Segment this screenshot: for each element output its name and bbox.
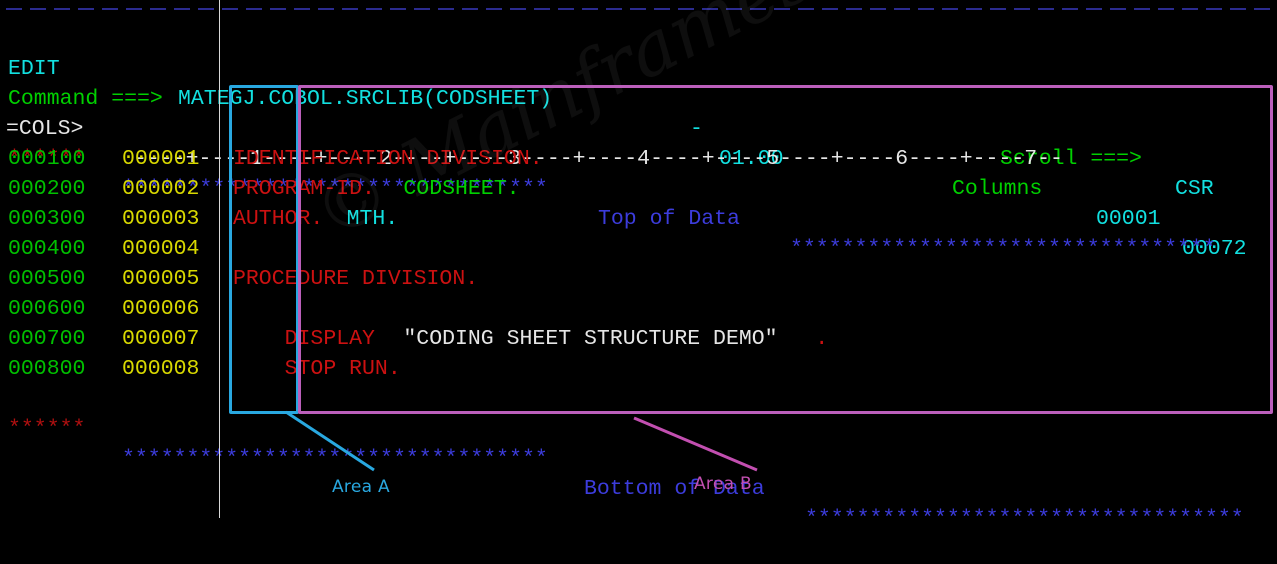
area-a-highlight-box [229, 85, 299, 414]
header-row-1: EDIT MATEGJ.COBOL.SRCLIB(CODSHEET) - 01.… [0, 24, 1277, 261]
top-dashed-separator [6, 8, 1274, 10]
header-row-2: Command ===> Scroll ===> CSR [0, 54, 1277, 201]
line-number: 000001 [122, 147, 200, 171]
line-number: 000005 [122, 267, 200, 291]
bottom-of-data-right-stars: ********************************** [805, 507, 1244, 531]
bottom-of-data-mid-stars: ********************************* [122, 447, 548, 471]
line-sequence-number: 000400 [8, 237, 86, 261]
line-number: 000007 [122, 327, 200, 351]
line-sequence-number: 000600 [8, 297, 86, 321]
area-a-label: Area A [332, 477, 390, 497]
line-number: 000006 [122, 297, 200, 321]
bottom-of-data-left-stars: ****** [8, 417, 86, 441]
line-sequence-number: 000200 [8, 177, 86, 201]
line-sequence-number: 000800 [8, 357, 86, 381]
line-sequence-number: 000700 [8, 327, 86, 351]
area-b-label: Area B [694, 474, 752, 494]
line-sequence-number: 000500 [8, 267, 86, 291]
line-sequence-number: 000300 [8, 207, 86, 231]
line-number: 000003 [122, 207, 200, 231]
line-number: 000002 [122, 177, 200, 201]
line-number: 000004 [122, 237, 200, 261]
line-number: 000008 [122, 357, 200, 381]
terminal-screen: EDIT MATEGJ.COBOL.SRCLIB(CODSHEET) - 01.… [0, 0, 1277, 531]
area-b-highlight-box [298, 85, 1273, 414]
vertical-divider-line [219, 0, 220, 518]
line-sequence-number: 000100 [8, 147, 86, 171]
